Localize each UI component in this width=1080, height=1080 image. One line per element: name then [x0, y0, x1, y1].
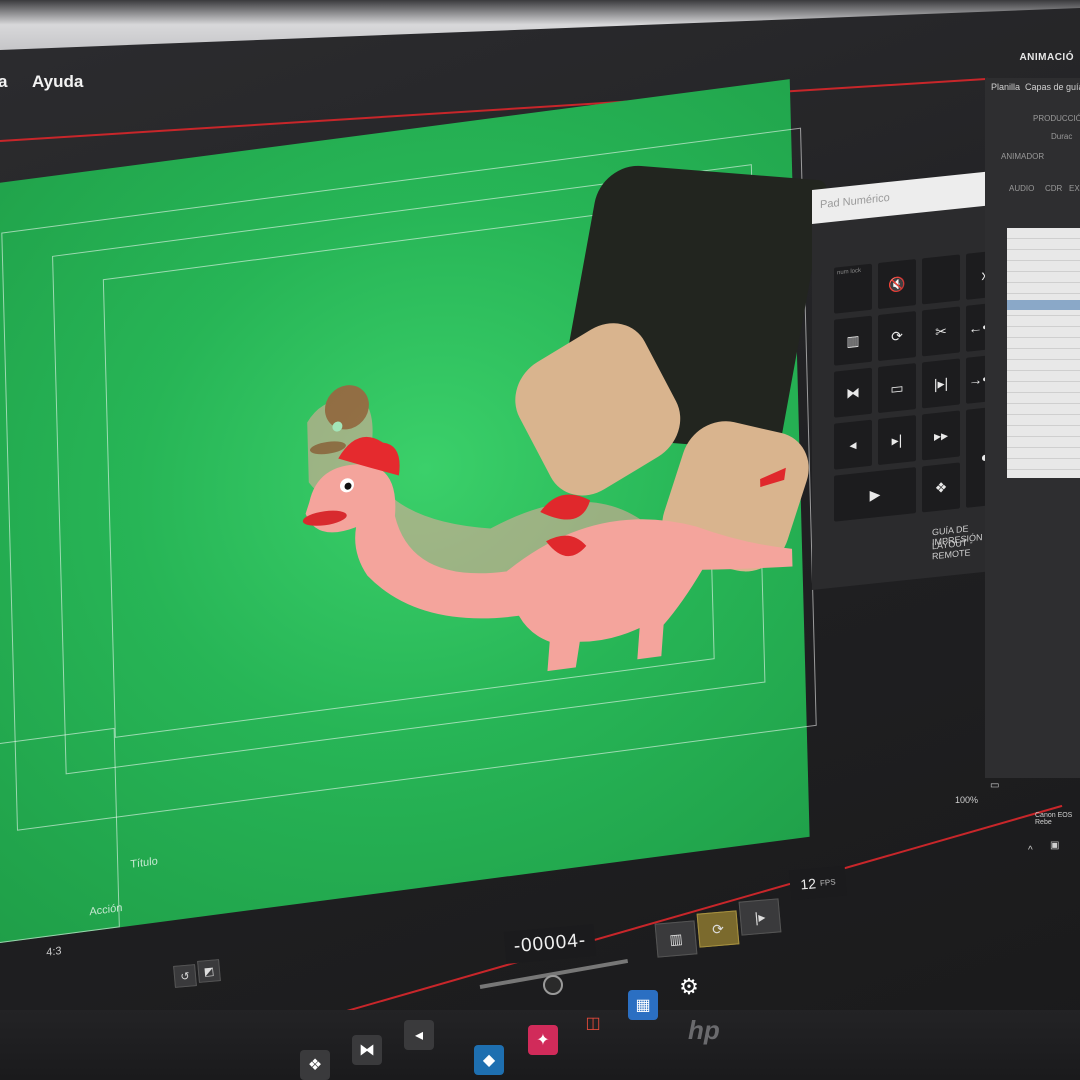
exposure-sheet-panel: Planilla Capas de guía PRODUCCIÓN Durac …	[985, 78, 1080, 778]
exposure-grid[interactable]	[1007, 228, 1080, 478]
menu-item-ayuda[interactable]: Ayuda	[32, 72, 83, 92]
col-ex: EX	[1069, 184, 1080, 193]
fps-value: 12	[799, 875, 817, 893]
bowtie-icon[interactable]: ⧓	[834, 367, 872, 418]
play-icon[interactable]: ▶	[834, 467, 916, 522]
pad-key-blank[interactable]	[922, 254, 960, 305]
onion-skin-slider-knob[interactable]	[543, 975, 563, 995]
capture-viewport[interactable]: Título Acción 4:3	[0, 79, 829, 959]
diamond-icon[interactable]: ❖	[922, 462, 960, 513]
fast-forward-icon[interactable]: ▸▸	[922, 410, 960, 461]
editor-icon[interactable]: ✦	[528, 1025, 558, 1055]
mute-icon[interactable]: 🔇	[878, 259, 916, 310]
screen-icon[interactable]: ▭	[878, 363, 916, 414]
current-frame-row	[1007, 300, 1080, 310]
next-frame-icon[interactable]: ▸|	[878, 415, 916, 466]
ratio-guide-label: 4:3	[46, 944, 62, 959]
menu-item-partial[interactable]: a	[0, 72, 7, 92]
camera-name: Canon EOS Rebe	[1035, 812, 1073, 826]
gear-icon[interactable]: ⚙	[674, 972, 704, 1002]
numeric-pad-title: Pad Numérico	[812, 171, 992, 224]
numeric-pad-panel: Pad Numérico num lock 🔇 x ▥ ⟳ ✂ ←•→ ⧓ ▭ …	[812, 168, 1012, 590]
calculator-icon[interactable]: ▦	[628, 990, 658, 1020]
apps-icon[interactable]: ❖	[300, 1050, 330, 1080]
grid-icon[interactable]: ▥	[834, 315, 872, 366]
tab-planilla[interactable]: Planilla	[991, 82, 1020, 92]
filmora-icon[interactable]: ◆	[474, 1045, 504, 1075]
tab-guide-layers[interactable]: Capas de guía	[1025, 82, 1080, 92]
chevron-up-icon[interactable]: ^	[1028, 845, 1033, 856]
highlight-icon[interactable]: ◫	[578, 1008, 608, 1038]
col-audio: AUDIO	[1009, 184, 1035, 193]
loop-button[interactable]: ⟳	[696, 910, 740, 948]
undo-icon[interactable]: ↺	[173, 964, 197, 988]
pad-key-num-lock[interactable]: num lock	[834, 263, 872, 314]
monitor-icon[interactable]: ▭	[990, 780, 999, 791]
frame-step-icon[interactable]: |▸|	[922, 358, 960, 409]
cut-icon[interactable]: ✂	[922, 306, 960, 357]
prev-icon[interactable]: ◂	[834, 419, 872, 470]
monitor-screen: a Ayuda ANIMACIÓ Título Acción 4:3 Pad N…	[0, 0, 1080, 1080]
network-icon[interactable]: ▣	[1050, 840, 1059, 851]
app-title: ANIMACIÓ	[1019, 52, 1074, 63]
sheet-animator: ANIMADOR	[1001, 152, 1045, 161]
fps-display: 12 FPS	[788, 865, 848, 901]
step-frame-button[interactable]: |▸	[738, 898, 782, 936]
zoom-level[interactable]: 100%	[955, 795, 978, 805]
prev-icon[interactable]: ◂	[404, 1020, 434, 1050]
col-cdr: CDR	[1045, 184, 1063, 193]
monitor-bezel	[0, 0, 1080, 50]
fps-unit: FPS	[819, 876, 836, 888]
frame-counter: -00004-	[503, 924, 597, 964]
sheet-production: PRODUCCIÓN	[1033, 114, 1080, 123]
loop-icon[interactable]: ⟳	[878, 311, 916, 362]
fullscreen-icon[interactable]: ◩	[197, 959, 221, 983]
hp-logo: hp	[688, 1015, 720, 1045]
sheet-duration: Durac	[1051, 132, 1073, 141]
bowtie-icon[interactable]: ⧓	[352, 1035, 382, 1065]
grid-toggle-button[interactable]: ▥	[654, 920, 698, 958]
